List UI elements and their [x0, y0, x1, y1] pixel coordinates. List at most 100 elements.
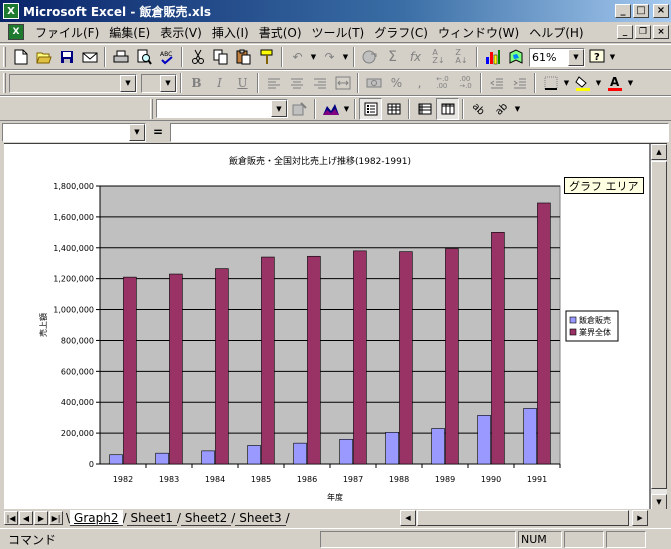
tab-sheet2[interactable]: Sheet2: [180, 510, 232, 526]
scroll-left-button[interactable]: ◀: [400, 510, 416, 526]
increase-decimal-icon[interactable]: ←.0.00: [431, 72, 454, 94]
scroll-up-button[interactable]: ▲: [651, 144, 667, 160]
formula-input[interactable]: [170, 122, 669, 142]
formula-equals[interactable]: =: [146, 125, 170, 139]
bar-company[interactable]: [339, 438, 353, 465]
fill-color-icon[interactable]: [571, 72, 594, 94]
chevron-down-icon[interactable]: ▼: [129, 123, 145, 141]
chevron-down-icon[interactable]: ▼: [271, 100, 287, 117]
bar-industry[interactable]: [491, 232, 505, 465]
excel-icon[interactable]: X: [3, 3, 19, 19]
vertical-scrollbar[interactable]: ▲ ▼: [651, 144, 667, 510]
horizontal-scroll-thumb[interactable]: [417, 510, 629, 526]
bar-industry[interactable]: [261, 256, 275, 465]
bold-button[interactable]: B: [185, 72, 208, 94]
name-box[interactable]: ▼: [2, 122, 146, 142]
close-button[interactable]: ×: [653, 4, 669, 18]
function-icon[interactable]: fx: [404, 46, 427, 68]
align-left-icon[interactable]: [262, 72, 285, 94]
open-icon[interactable]: [32, 46, 55, 68]
prev-sheet-button[interactable]: ◀: [19, 511, 33, 525]
paste-icon[interactable]: [232, 46, 255, 68]
bar-company[interactable]: [247, 445, 261, 465]
sort-descending-icon[interactable]: Z A↓: [450, 46, 473, 68]
merge-center-icon[interactable]: [331, 72, 354, 94]
bar-industry[interactable]: [445, 248, 459, 465]
decrease-decimal-icon[interactable]: .00 →.0: [454, 72, 477, 94]
currency-icon[interactable]: [362, 72, 385, 94]
maximize-button[interactable]: □: [633, 4, 649, 18]
tab-sheet1[interactable]: Sheet1: [126, 510, 177, 526]
fill-color-dropdown[interactable]: ▼: [594, 72, 603, 94]
data-table-icon[interactable]: [382, 98, 405, 120]
print-icon[interactable]: [109, 46, 132, 68]
scroll-down-button[interactable]: ▼: [651, 494, 667, 510]
bar-industry[interactable]: [537, 202, 551, 465]
email-icon[interactable]: [78, 46, 101, 68]
bar-industry[interactable]: [353, 250, 367, 465]
menu-window[interactable]: ウィンドウ(W): [433, 24, 524, 41]
bar-industry[interactable]: [123, 276, 137, 465]
toolbar-grip[interactable]: [3, 73, 6, 93]
scroll-right-button[interactable]: ▶: [632, 510, 648, 526]
x-axis-label[interactable]: 年度: [327, 492, 343, 502]
copy-icon[interactable]: [209, 46, 232, 68]
bar-company[interactable]: [293, 442, 307, 465]
doc-restore-button[interactable]: ❐: [635, 25, 651, 39]
first-sheet-button[interactable]: |◀: [4, 511, 18, 525]
workbook-icon[interactable]: X: [8, 24, 24, 40]
bar-company[interactable]: [523, 408, 537, 465]
sort-ascending-icon[interactable]: A Z↓: [427, 46, 450, 68]
zoom-select[interactable]: 61% ▼: [529, 47, 585, 67]
menu-file[interactable]: ファイル(F): [30, 24, 104, 41]
toolbar-grip[interactable]: [150, 98, 153, 119]
cut-icon[interactable]: [186, 46, 209, 68]
italic-button[interactable]: I: [208, 72, 231, 94]
next-sheet-button[interactable]: ▶: [34, 511, 48, 525]
by-column-icon[interactable]: [436, 97, 459, 120]
spelling-icon[interactable]: ABC: [155, 46, 178, 68]
bar-industry[interactable]: [399, 251, 413, 465]
doc-close-button[interactable]: ×: [653, 25, 669, 39]
tab-sheet3[interactable]: Sheet3: [235, 510, 286, 526]
percent-icon[interactable]: %: [385, 72, 408, 94]
comma-style-icon[interactable]: ,: [408, 72, 431, 94]
borders-icon[interactable]: [539, 72, 562, 94]
bar-industry[interactable]: [215, 268, 229, 465]
menu-help[interactable]: ヘルプ(H): [524, 24, 588, 41]
chart-type-icon[interactable]: [319, 98, 342, 120]
format-painter-icon[interactable]: [255, 46, 278, 68]
bar-industry[interactable]: [169, 273, 183, 465]
print-preview-icon[interactable]: [132, 46, 155, 68]
hyperlink-icon[interactable]: [358, 46, 381, 68]
chevron-down-icon[interactable]: ▼: [568, 48, 584, 66]
chart-area[interactable]: 飯倉販売・全国対比売上げ推移(1982-1991) 0 200,000 400,000…: [32, 148, 624, 506]
font-name-select[interactable]: ▼: [9, 73, 137, 93]
font-color-dropdown[interactable]: ▼: [626, 72, 635, 94]
underline-button[interactable]: U: [231, 72, 254, 94]
bar-company[interactable]: [109, 454, 123, 465]
toolbar-options-icon[interactable]: ▼: [608, 46, 617, 68]
chevron-down-icon[interactable]: ▼: [120, 74, 136, 92]
borders-dropdown[interactable]: ▼: [562, 72, 571, 94]
bar-company[interactable]: [385, 432, 399, 465]
bar-company[interactable]: [477, 415, 491, 465]
menu-edit[interactable]: 編集(E): [104, 24, 155, 41]
bar-industry[interactable]: [307, 255, 321, 465]
bar-company[interactable]: [431, 428, 445, 465]
chart-title[interactable]: 飯倉販売・全国対比売上げ推移(1982-1991): [229, 155, 411, 167]
legend-icon[interactable]: [359, 97, 382, 120]
map-icon[interactable]: [504, 46, 527, 68]
menu-insert[interactable]: 挿入(I): [207, 24, 254, 41]
menu-tools[interactable]: ツール(T): [307, 24, 370, 41]
save-icon[interactable]: [55, 46, 78, 68]
minimize-button[interactable]: _: [615, 4, 631, 18]
new-icon[interactable]: [9, 46, 32, 68]
chart-type-dropdown[interactable]: ▼: [342, 98, 351, 120]
plot-area[interactable]: [99, 185, 561, 465]
menu-chart[interactable]: グラフ(C): [369, 24, 433, 41]
menu-format[interactable]: 書式(O): [254, 24, 307, 41]
redo-icon[interactable]: ↷: [318, 46, 341, 68]
tab-graph2[interactable]: Graph2: [70, 510, 123, 526]
font-size-select[interactable]: ▼: [141, 73, 177, 93]
